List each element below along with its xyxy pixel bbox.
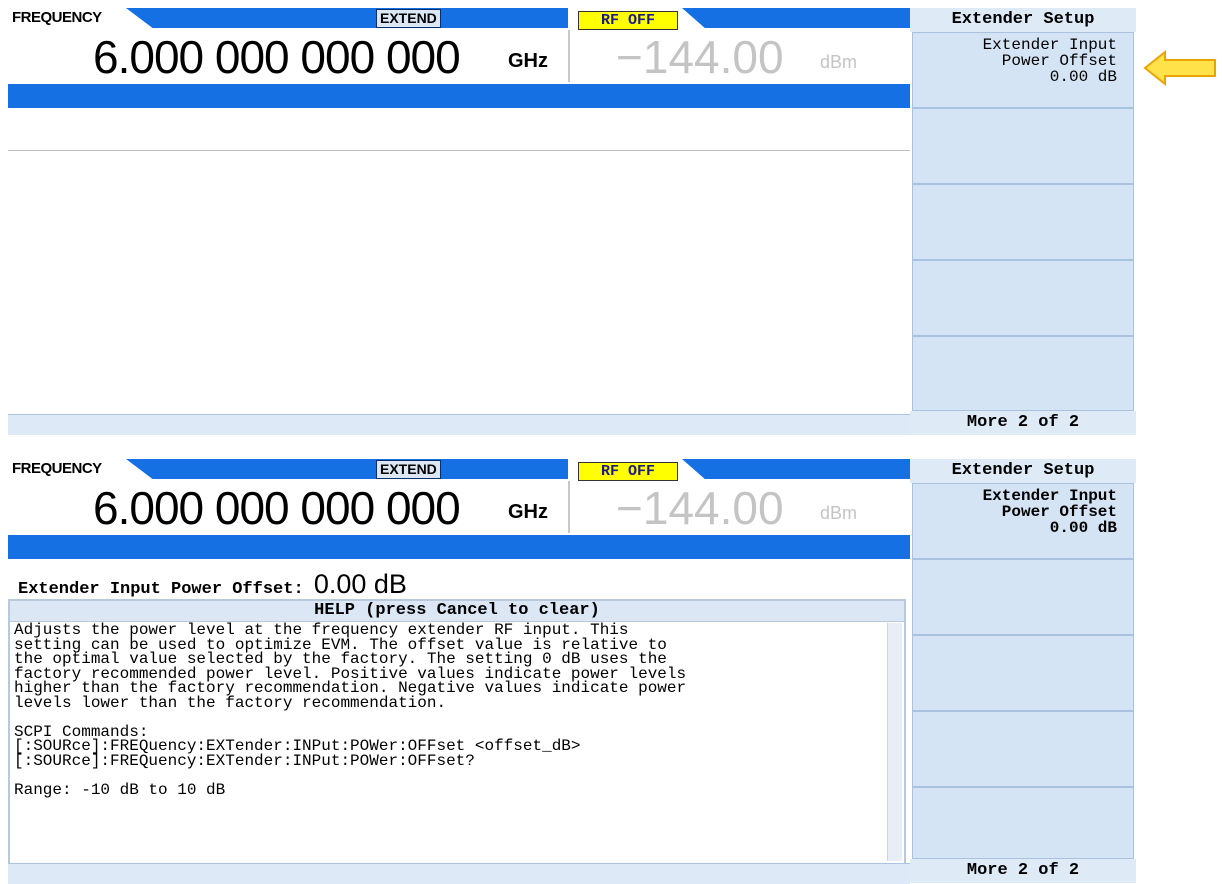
softkey-3[interactable] (912, 635, 1134, 711)
softkey-3[interactable] (912, 184, 1134, 260)
screen-panel-bottom: FREQUENCY EXTEND RF OFF 6.000 000 000 00… (8, 459, 1138, 884)
active-entry: Extender Input Power Offset: 0.00 dB (18, 569, 407, 600)
display-divider (8, 150, 910, 151)
help-title: HELP (press Cancel to clear) (10, 601, 904, 622)
softkey-4[interactable] (912, 711, 1134, 787)
softkey-panel: Extender Setup Extender Input Power Offs… (910, 459, 1136, 883)
frequency-label: FREQUENCY (12, 9, 102, 26)
amplitude-value: −144.00 (616, 482, 784, 534)
rf-off-badge: RF OFF (578, 462, 678, 481)
frequency-label: FREQUENCY (12, 460, 102, 477)
softkey-extender-input-power-offset[interactable]: Extender Input Power Offset 0.00 dB (912, 32, 1134, 108)
header-divider (568, 30, 570, 82)
softkey-4[interactable] (912, 260, 1134, 336)
help-window: HELP (press Cancel to clear) Adjusts the… (8, 599, 906, 865)
softkey-5[interactable] (912, 336, 1134, 411)
active-entry-label: Extender Input Power Offset: (18, 580, 304, 599)
frequency-unit: GHz (508, 501, 548, 523)
extend-badge: EXTEND (376, 460, 441, 479)
softkey-2[interactable] (912, 108, 1134, 184)
softkey-menu-title: Extender Setup (910, 8, 1136, 32)
softkey-extender-input-power-offset[interactable]: Extender Input Power Offset 0.00 dB (912, 483, 1134, 559)
status-bar (8, 84, 910, 108)
frequency-value: 6.000 000 000 000 (93, 482, 461, 534)
softkey-menu-title: Extender Setup (910, 459, 1136, 483)
softkey-2[interactable] (912, 559, 1134, 635)
display-footer-bar (8, 863, 910, 884)
header-blue-strip (126, 8, 568, 28)
extend-badge: EXTEND (376, 9, 441, 28)
main-display-body (8, 108, 910, 414)
header-divider (568, 481, 570, 533)
frequency-unit: GHz (508, 50, 548, 72)
softkey-panel: Extender Setup Extender Input Power Offs… (910, 8, 1136, 435)
rf-off-badge: RF OFF (578, 11, 678, 30)
amplitude-unit: dBm (820, 503, 858, 523)
pointer-arrow-icon (1143, 50, 1216, 86)
display-area: FREQUENCY EXTEND RF OFF 6.000 000 000 00… (8, 8, 910, 435)
frequency-value: 6.000 000 000 000 (93, 31, 461, 83)
softkey-more[interactable]: More 2 of 2 (910, 859, 1136, 883)
help-scrollbar[interactable] (887, 623, 902, 861)
header-blue-strip (126, 459, 568, 479)
status-bar (8, 535, 910, 559)
softkey-more[interactable]: More 2 of 2 (910, 411, 1136, 435)
display-area: FREQUENCY EXTEND RF OFF 6.000 000 000 00… (8, 459, 910, 884)
amplitude-unit: dBm (820, 52, 858, 72)
header-blue-strip-right (682, 459, 910, 479)
header-blue-strip-right (682, 8, 910, 28)
screen-panel-top: FREQUENCY EXTEND RF OFF 6.000 000 000 00… (8, 8, 1138, 435)
help-text: Adjusts the power level at the frequency… (14, 621, 687, 799)
amplitude-value: −144.00 (616, 31, 784, 83)
display-footer-bar (8, 414, 910, 435)
active-entry-value: 0.00 dB (313, 569, 407, 599)
softkey-5[interactable] (912, 787, 1134, 859)
